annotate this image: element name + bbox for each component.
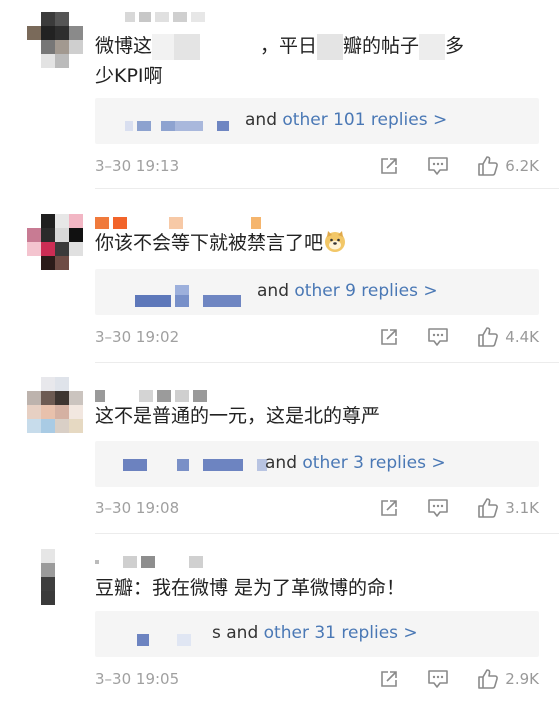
view-replies-link[interactable]: other 31 replies > (264, 623, 418, 643)
like-button[interactable]: 4.4K (477, 326, 539, 348)
action-bar: 6.2K (379, 155, 539, 177)
replies-preview[interactable]: and other 3 replies > (95, 441, 539, 487)
like-button[interactable]: 2.9K (477, 668, 539, 690)
comment-text-part: 多 (445, 35, 465, 57)
like-count: 4.4K (505, 328, 539, 346)
view-replies-link[interactable]: other 9 replies > (294, 281, 437, 301)
comment-text-part: 豆瓣：我在微博 是为了革微博的命！ (95, 577, 406, 599)
comment-item: 微博这 ，平日 瓣的帖子 多 少KPI啊 and other 101 replies … (0, 0, 559, 180)
thumbs-up-icon (478, 669, 499, 689)
comment-item: 这不是普通的一元，这是北的尊严 and other 3 replies > 3–… (0, 364, 559, 534)
replies-preview[interactable]: and other 101 replies > (95, 98, 539, 144)
comment-icon[interactable] (427, 498, 449, 518)
comment-meta: 3–30 19:05 2.9K (95, 668, 539, 690)
replies-prefix: and (257, 281, 295, 301)
action-bar: 3.1K (379, 497, 539, 519)
comment-text: 这不是普通的一元，这是北的尊严 (95, 401, 535, 431)
comment-text-part: 这不是普通的一元，这是北的尊严 (95, 405, 381, 427)
view-replies-link[interactable]: other 3 replies > (302, 453, 445, 473)
replies-label: and other 3 replies > (265, 452, 446, 474)
thumbs-up-icon (478, 156, 499, 176)
comment-icon[interactable] (427, 156, 449, 176)
comment-icon[interactable] (427, 669, 449, 689)
comment-text-part: 你该不会等下就被禁言了吧 (95, 232, 324, 254)
share-icon[interactable] (379, 156, 399, 176)
doge-emoji (325, 231, 346, 252)
replies-label: and other 9 replies > (257, 280, 438, 302)
like-count: 3.1K (505, 499, 539, 517)
share-icon[interactable] (379, 669, 399, 689)
comment-item: 豆瓣：我在微博 是为了革微博的命！ s and other 31 replies… (0, 535, 559, 703)
divider (95, 533, 559, 534)
view-replies-link[interactable]: other 101 replies > (282, 110, 447, 130)
replies-preview[interactable]: and other 9 replies > (95, 269, 539, 315)
replies-preview[interactable]: s and other 31 replies > (95, 611, 539, 657)
username[interactable] (95, 6, 205, 28)
replies-label: s and other 31 replies > (212, 622, 418, 644)
like-count: 6.2K (505, 157, 539, 175)
action-bar: 4.4K (379, 326, 539, 348)
comment-text: 你该不会等下就被禁言了吧 (95, 228, 535, 258)
comment-text: 豆瓣：我在微博 是为了革微博的命！ (95, 573, 535, 603)
timestamp: 3–30 19:08 (95, 499, 180, 517)
divider (95, 362, 559, 363)
comment-meta: 3–30 19:02 4.4K (95, 326, 539, 348)
avatar[interactable] (27, 549, 83, 605)
replies-prefix: and (245, 110, 283, 130)
timestamp: 3–30 19:13 (95, 157, 180, 175)
like-button[interactable]: 6.2K (477, 155, 539, 177)
thumbs-up-icon (478, 498, 499, 518)
comment-text-part: ，平日 (260, 35, 318, 57)
timestamp: 3–30 19:02 (95, 328, 180, 346)
avatar[interactable] (27, 377, 83, 433)
replies-prefix: s and (212, 623, 264, 643)
action-bar: 2.9K (379, 668, 539, 690)
comment-text: 微博这 ，平日 瓣的帖子 多 少KPI啊 (95, 31, 535, 91)
like-count: 2.9K (505, 670, 539, 688)
comment-text-part: 少KPI啊 (95, 65, 163, 87)
avatar[interactable] (27, 214, 83, 270)
like-button[interactable]: 3.1K (477, 497, 539, 519)
replies-label: and other 101 replies > (245, 109, 447, 131)
comment-text-part: 微博这 (95, 35, 153, 57)
thumbs-up-icon (478, 327, 499, 347)
share-icon[interactable] (379, 327, 399, 347)
comment-icon[interactable] (427, 327, 449, 347)
replies-prefix: and (265, 453, 303, 473)
comment-text-part: 瓣的帖子 (343, 35, 420, 57)
username[interactable] (95, 551, 203, 573)
comment-item: 你该不会等下就被禁言了吧 and other 9 replies > 3–30 … (0, 190, 559, 360)
divider (95, 188, 559, 189)
comment-meta: 3–30 19:13 6.2K (95, 155, 539, 177)
comment-meta: 3–30 19:08 3.1K (95, 497, 539, 519)
share-icon[interactable] (379, 498, 399, 518)
timestamp: 3–30 19:05 (95, 670, 180, 688)
avatar[interactable] (27, 12, 83, 68)
